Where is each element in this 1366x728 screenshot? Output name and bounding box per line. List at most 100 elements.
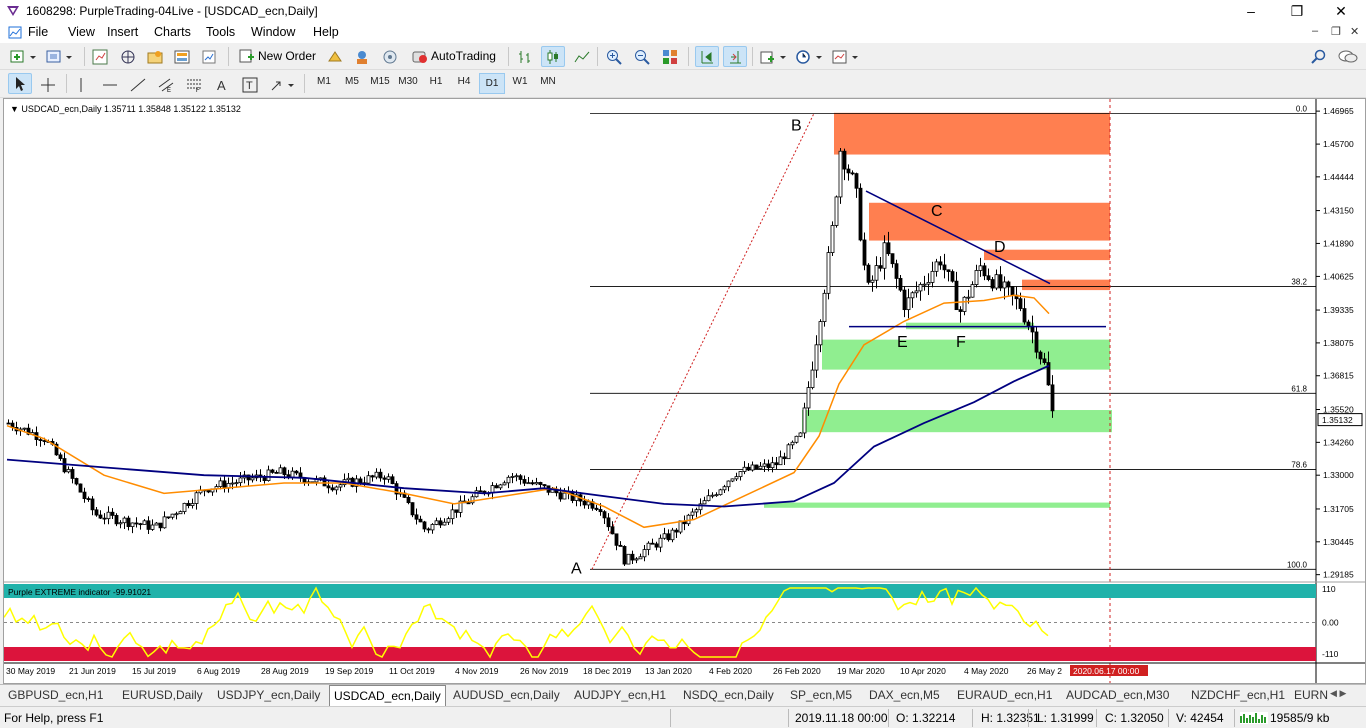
trendline-icon[interactable] [130, 77, 146, 93]
text-icon[interactable]: A [214, 77, 230, 93]
bullish-candle [290, 470, 295, 478]
bearish-candle [282, 467, 287, 476]
bullish-candle [662, 533, 667, 539]
close-button[interactable]: ✕ [1318, 0, 1364, 22]
minimize-button[interactable]: – [1228, 0, 1274, 22]
bullish-candle [722, 486, 727, 491]
timeframe-m30[interactable]: M30 [395, 76, 421, 87]
profiles-icon[interactable] [46, 49, 76, 65]
new-order-button[interactable]: New Order [236, 46, 320, 67]
timeframe-m5[interactable]: M5 [339, 76, 365, 87]
line-chart-icon[interactable] [574, 49, 590, 65]
data-window-icon[interactable] [120, 49, 136, 65]
timeframe-m1[interactable]: M1 [311, 76, 337, 87]
strategy-tester-icon[interactable] [201, 49, 217, 65]
menu-view[interactable]: View [68, 25, 95, 39]
chart-tab[interactable]: AUDJPY_ecn,H1 [570, 687, 670, 706]
bullish-candle [118, 522, 123, 525]
chart-tab[interactable]: NZDCHF_ecn,H1 [1187, 687, 1289, 706]
chart-tab[interactable]: USDJPY_ecn,Daily [213, 687, 324, 706]
chart-tab[interactable]: AUDUSD_ecn,Daily [449, 687, 564, 706]
chart-tab[interactable]: SP_ecn,M5 [786, 687, 856, 706]
timeframe-m15[interactable]: M15 [367, 76, 393, 87]
mdi-minimize-button[interactable]: – [1312, 25, 1318, 37]
mdi-close-button[interactable]: ✕ [1350, 25, 1359, 38]
text-label-icon[interactable]: T [242, 77, 258, 93]
mdi-restore-button[interactable]: ❐ [1331, 25, 1341, 38]
arrows-icon[interactable] [270, 77, 298, 93]
terminal-icon[interactable] [174, 49, 190, 65]
tab-scroll-arrows[interactable]: ◀ ▶ [1330, 688, 1364, 704]
chart-tab[interactable]: DAX_ecn,M5 [865, 687, 944, 706]
bullish-candle [786, 444, 791, 460]
zoom-out-icon[interactable] [634, 49, 650, 65]
bullish-candle [910, 292, 915, 299]
menu-charts[interactable]: Charts [154, 25, 191, 39]
indicators-icon[interactable] [760, 49, 790, 65]
date-label: 26 Feb 2020 [773, 666, 821, 676]
pattern-label: B [791, 118, 802, 135]
chart-tab[interactable]: GBPUSD_ecn,H1 [4, 687, 107, 706]
restore-button[interactable]: ❐ [1274, 0, 1320, 22]
chart-tab[interactable]: AUDCAD_ecn,M30 [1062, 687, 1173, 706]
menu-tools[interactable]: Tools [206, 25, 235, 39]
chart-tab[interactable]: EURAUD_ecn,H1 [953, 687, 1056, 706]
crosshair-icon[interactable] [40, 77, 56, 93]
menu-help[interactable]: Help [313, 25, 339, 39]
svg-text:A: A [217, 78, 226, 93]
timeframe-h1[interactable]: H1 [423, 76, 449, 87]
chart-tab[interactable]: EURN [1290, 687, 1332, 706]
timeframe-h4[interactable]: H4 [451, 76, 477, 87]
bullish-candle [994, 274, 999, 289]
metaeditor-icon[interactable] [382, 49, 398, 65]
price-chart[interactable]: 0.0 38.2 61.8 78.6 100.0 A B C D E F 1.46965 1.457… [4, 99, 1365, 683]
periods-icon[interactable] [796, 49, 826, 65]
timeframe-mn[interactable]: MN [535, 76, 561, 87]
horizontal-line-icon[interactable] [102, 77, 118, 93]
search-icon[interactable] [1311, 49, 1327, 65]
navigator-icon[interactable] [147, 49, 163, 65]
bullish-candle [334, 486, 339, 491]
tile-windows-icon[interactable] [662, 49, 678, 65]
bearish-candle [426, 528, 431, 531]
price-label: 1.33000 [1323, 470, 1354, 480]
zoom-in-icon[interactable] [606, 49, 622, 65]
menu-window[interactable]: Window [251, 25, 295, 39]
tab-scroll-left-icon[interactable]: ◀ [1330, 688, 1337, 698]
candlesticks-button[interactable] [541, 46, 565, 67]
auto-scroll-button[interactable] [695, 46, 719, 67]
new-chart-icon[interactable] [10, 49, 40, 65]
chart-window-icon[interactable] [8, 26, 22, 39]
vertical-line-icon[interactable] [77, 77, 85, 93]
svg-text:F: F [196, 88, 200, 93]
bullish-candle [178, 511, 183, 515]
chart-shift-button[interactable] [723, 46, 747, 67]
chat-icon[interactable] [1338, 49, 1358, 65]
bullish-candle [750, 464, 755, 471]
chart-tab[interactable]: NSDQ_ecn,Daily [679, 687, 778, 706]
channel-icon[interactable]: E [158, 77, 174, 93]
window-title: 1608298: PurpleTrading-04Live - [USDCAD_… [26, 4, 318, 18]
menu-insert[interactable]: Insert [107, 25, 138, 39]
market-watch-icon[interactable] [92, 49, 108, 65]
bar-chart-icon[interactable] [517, 49, 533, 65]
chart-tab[interactable]: USDCAD_ecn,Daily [329, 685, 446, 706]
bullish-candle [106, 511, 111, 520]
timeframe-d1[interactable]: D1 [479, 73, 505, 94]
chart-window[interactable]: 0.0 38.2 61.8 78.6 100.0 A B C D E F 1.46965 1.457… [3, 98, 1366, 684]
bullish-candle [194, 492, 199, 504]
market-icon[interactable] [354, 49, 370, 65]
autotrading-button[interactable]: AutoTrading [408, 46, 500, 67]
menu-file[interactable]: File [28, 25, 48, 39]
bearish-candle [902, 289, 907, 311]
bullish-candle [638, 556, 643, 560]
fibonacci-icon[interactable]: F [186, 77, 202, 93]
templates-icon[interactable] [832, 49, 862, 65]
bearish-candle [610, 526, 615, 535]
timeframe-w1[interactable]: W1 [507, 76, 533, 87]
cursor-button[interactable] [8, 73, 32, 94]
tab-scroll-right-icon[interactable]: ▶ [1339, 688, 1346, 698]
bearish-candle [842, 150, 847, 170]
chart-tab[interactable]: EURUSD,Daily [118, 687, 207, 706]
signals-icon[interactable] [327, 49, 343, 65]
